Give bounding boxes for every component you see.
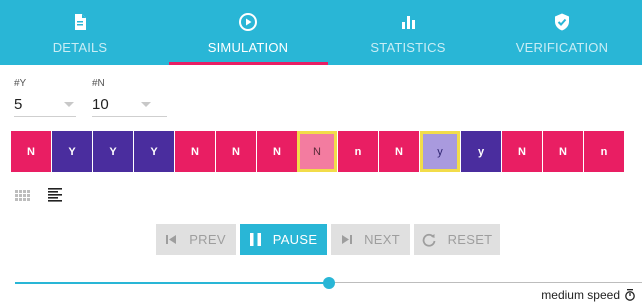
play-circle-icon xyxy=(239,13,257,31)
tab-verification[interactable]: VERIFICATION xyxy=(482,0,642,65)
pause-icon xyxy=(249,233,261,246)
tab-simulation-label: SIMULATION xyxy=(207,40,289,55)
y-count-select[interactable]: #Y 5 xyxy=(14,78,76,117)
speed-slider-track xyxy=(329,282,642,283)
sequence-cell: n xyxy=(338,131,378,172)
tab-simulation[interactable]: SIMULATION xyxy=(168,0,328,65)
speed-label: medium speed xyxy=(541,288,620,302)
sequence-cell: N xyxy=(543,131,583,172)
tab-bar: DETAILS SIMULATION STATISTICS VERIFICATI… xyxy=(0,0,642,65)
prev-button[interactable]: PREV xyxy=(156,224,236,255)
sequence-cell: Y xyxy=(134,131,174,172)
speed-slider-fill xyxy=(15,282,329,284)
chevron-down-icon xyxy=(141,102,151,107)
skip-previous-icon xyxy=(166,235,177,244)
reset-label: RESET xyxy=(447,232,493,247)
active-tab-indicator xyxy=(169,62,328,65)
sequence-cell: y xyxy=(461,131,501,172)
sequence-cell: Y xyxy=(52,131,92,172)
speed-indicator: medium speed xyxy=(541,288,636,302)
y-count-value: 5 xyxy=(14,96,23,113)
n-count-select[interactable]: #N 10 xyxy=(92,78,167,117)
timer-icon xyxy=(625,289,635,301)
bar-chart-icon xyxy=(402,16,415,29)
next-label: NEXT xyxy=(364,232,400,247)
next-button[interactable]: NEXT xyxy=(331,224,410,255)
sequence-cell: N xyxy=(257,131,297,172)
pause-button[interactable]: PAUSE xyxy=(240,224,327,255)
tab-statistics-label: STATISTICS xyxy=(370,40,446,55)
document-icon xyxy=(75,14,86,30)
tab-details-label: DETAILS xyxy=(52,40,108,55)
sequence-cell: N xyxy=(379,131,419,172)
sequence-cell: n xyxy=(584,131,624,172)
tab-verification-label: VERIFICATION xyxy=(515,40,609,55)
n-count-value: 10 xyxy=(92,96,109,113)
sequence-cell: N xyxy=(11,131,51,172)
reset-button[interactable]: RESET xyxy=(414,224,500,255)
shield-check-icon xyxy=(555,13,569,31)
y-count-underline xyxy=(14,116,76,117)
speed-slider-thumb[interactable] xyxy=(323,277,335,289)
sequence-cell: Y xyxy=(93,131,133,172)
y-count-label: #Y xyxy=(14,78,27,89)
skip-next-icon xyxy=(342,235,353,244)
n-count-underline xyxy=(92,116,167,117)
prev-label: PREV xyxy=(189,232,226,247)
sequence-cell: N xyxy=(175,131,215,172)
sequence-cell-current: y xyxy=(420,131,460,172)
sequence-cell-current: N xyxy=(297,131,337,172)
refresh-icon xyxy=(422,233,435,247)
sequence-cell: N xyxy=(216,131,256,172)
sequence-cell: N xyxy=(502,131,542,172)
pause-label: PAUSE xyxy=(272,232,318,247)
list-view-icon[interactable] xyxy=(48,188,62,202)
n-count-label: #N xyxy=(92,78,105,89)
chevron-down-icon xyxy=(64,102,74,107)
tab-details[interactable]: DETAILS xyxy=(0,0,160,65)
tab-statistics[interactable]: STATISTICS xyxy=(328,0,488,65)
grid-view-icon[interactable] xyxy=(15,190,31,202)
